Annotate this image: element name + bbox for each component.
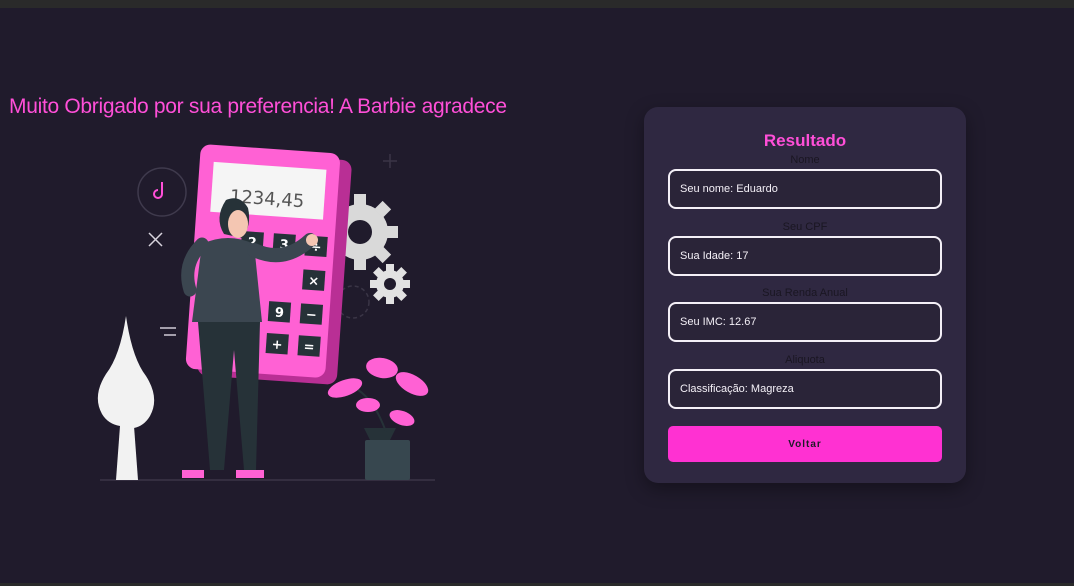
- gear-icon-small: [370, 264, 410, 304]
- white-plant: [97, 316, 155, 480]
- clock-hand: [153, 182, 163, 199]
- key-9: 9: [274, 306, 284, 322]
- pink-plant: [327, 357, 429, 480]
- plus-decoration: [383, 154, 397, 168]
- key-plus: +: [271, 337, 283, 353]
- window-top-bar: [0, 0, 1074, 8]
- motion-lines: [160, 327, 176, 336]
- result-age-field[interactable]: Sua Idade: 17: [668, 236, 942, 276]
- result-card: Resultado Nome Seu nome: Eduardo Seu CPF…: [644, 107, 966, 483]
- x-mark-icon: [148, 232, 163, 247]
- result-title: Resultado: [763, 131, 847, 150]
- field-label-aliquota: Aliquota: [785, 354, 825, 366]
- result-name-field[interactable]: Seu nome: Eduardo: [668, 169, 942, 209]
- field-label-renda: Sua Renda Anual: [762, 287, 848, 299]
- back-button[interactable]: Voltar: [668, 426, 942, 462]
- thank-you-headline: Muito Obrigado por sua preferencia! A Ba…: [9, 95, 507, 118]
- key-equals: =: [303, 340, 315, 356]
- result-imc-field[interactable]: Seu IMC: 12.67: [668, 302, 942, 342]
- result-classification-field[interactable]: Classificação: Magreza: [668, 369, 942, 409]
- key-minus: −: [305, 308, 317, 324]
- field-label-cpf: Seu CPF: [782, 221, 828, 233]
- key-multiply: ×: [308, 274, 320, 290]
- field-label-nome: Nome: [790, 154, 820, 166]
- calculator-person-illustration: 1234,45 2 3 ÷ × 9 − + =: [97, 144, 435, 481]
